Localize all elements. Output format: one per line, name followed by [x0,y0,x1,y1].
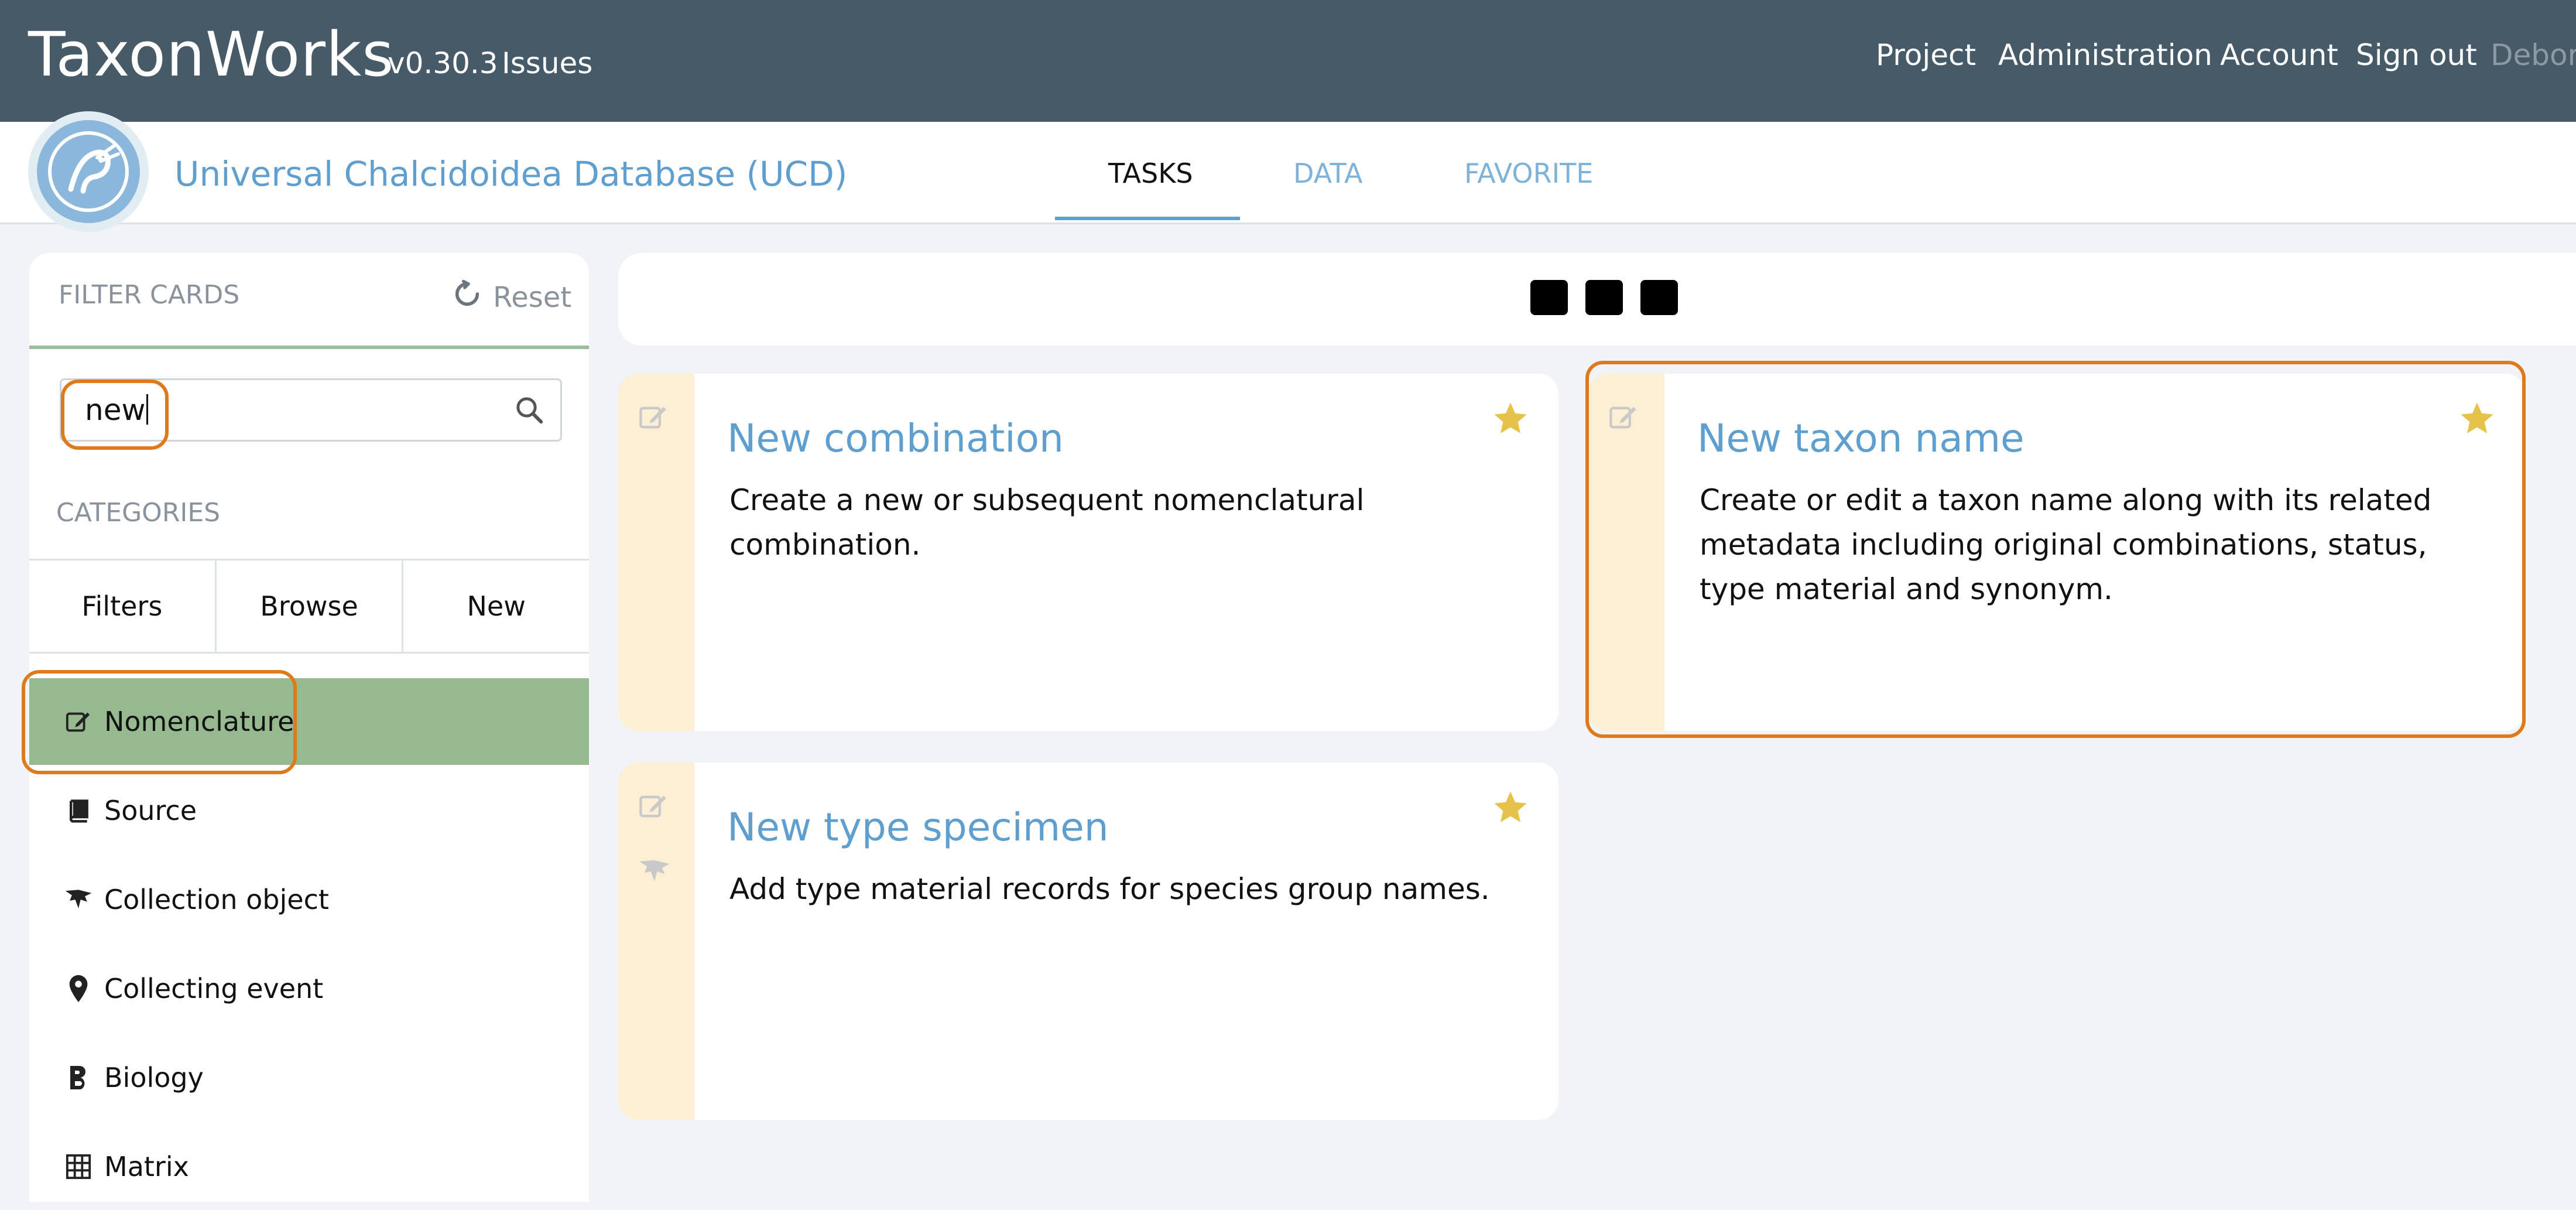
specimen-icon [637,856,672,889]
edit-icon [637,402,670,435]
category-label: Collecting event [104,973,324,1004]
specimen-icon [62,886,95,913]
book-icon [62,798,95,823]
loading-square [1530,280,1568,315]
task-card-new-combination[interactable]: New combination Create a new or subseque… [618,374,1558,731]
nav-account[interactable]: Account [2220,37,2338,73]
reset-label: Reset [493,281,572,314]
category-source[interactable]: Source [29,767,589,854]
tab-tasks[interactable]: TASKS [1108,157,1193,190]
new-button[interactable]: New [403,560,589,652]
browse-button[interactable]: Browse [217,560,404,652]
edit-icon [637,791,670,823]
project-title[interactable]: Universal Chalcidoidea Database (UCD) [174,153,847,194]
nomenclature-highlight-box [22,670,297,774]
reset-button[interactable]: Reset [452,279,571,316]
category-label: Collection object [104,884,329,915]
category-button-group: Filters Browse New [29,559,589,654]
app-version: v0.30.3 [388,46,498,80]
search-highlight-box [61,380,169,450]
category-label: Source [104,795,197,826]
favorite-star-icon[interactable] [1491,788,1530,829]
tab-data[interactable]: DATA [1293,157,1363,190]
favorite-star-icon[interactable] [1491,399,1530,440]
categories-label: CATEGORIES [56,498,221,528]
grid-icon [62,1153,95,1180]
project-logo-emblem [37,120,140,223]
loading-square [1585,280,1623,315]
nav-administration[interactable]: Administration [1998,37,2212,73]
loading-square [1640,280,1678,315]
card-description: Create a new or subsequent nomenclatural… [729,483,1365,562]
map-marker-icon [62,974,95,1003]
category-label: Matrix [104,1151,189,1182]
category-label: Biology [104,1062,204,1093]
issues-link[interactable]: Issues [502,46,592,81]
category-biology[interactable]: Biology [29,1034,589,1121]
filter-cards-label: FILTER CARDS [59,280,240,310]
nav-sign-out[interactable]: Sign out [2356,37,2477,73]
tab-favorite[interactable]: FAVORITE [1464,157,1593,190]
card-title[interactable]: New type specimen [727,805,1109,850]
task-card-new-type-specimen[interactable]: New type specimen Add type material reco… [618,763,1558,1120]
nav-project[interactable]: Project [1876,37,1976,73]
filter-cards-header: FILTER CARDS Reset [29,253,589,349]
card-description: Add type material records for species gr… [729,872,1490,906]
search-icon[interactable] [513,394,545,428]
project-logo[interactable] [28,111,149,232]
bold-b-icon [62,1064,95,1092]
reset-icon [452,279,482,316]
taxon-name-card-highlight-box [1585,361,2526,738]
card-title[interactable]: New combination [727,416,1064,461]
filters-button[interactable]: Filters [29,560,217,652]
active-tab-indicator [1055,217,1240,220]
category-matrix[interactable]: Matrix [29,1123,589,1210]
category-collection-object[interactable]: Collection object [29,856,589,943]
app-brand[interactable]: TaxonWorks [28,16,394,93]
top-navbar: TaxonWorks v0.30.3 Issues Project Admini… [0,0,2576,122]
category-collecting-event[interactable]: Collecting event [29,945,589,1032]
nav-user-name[interactable]: Debora [2491,37,2576,73]
